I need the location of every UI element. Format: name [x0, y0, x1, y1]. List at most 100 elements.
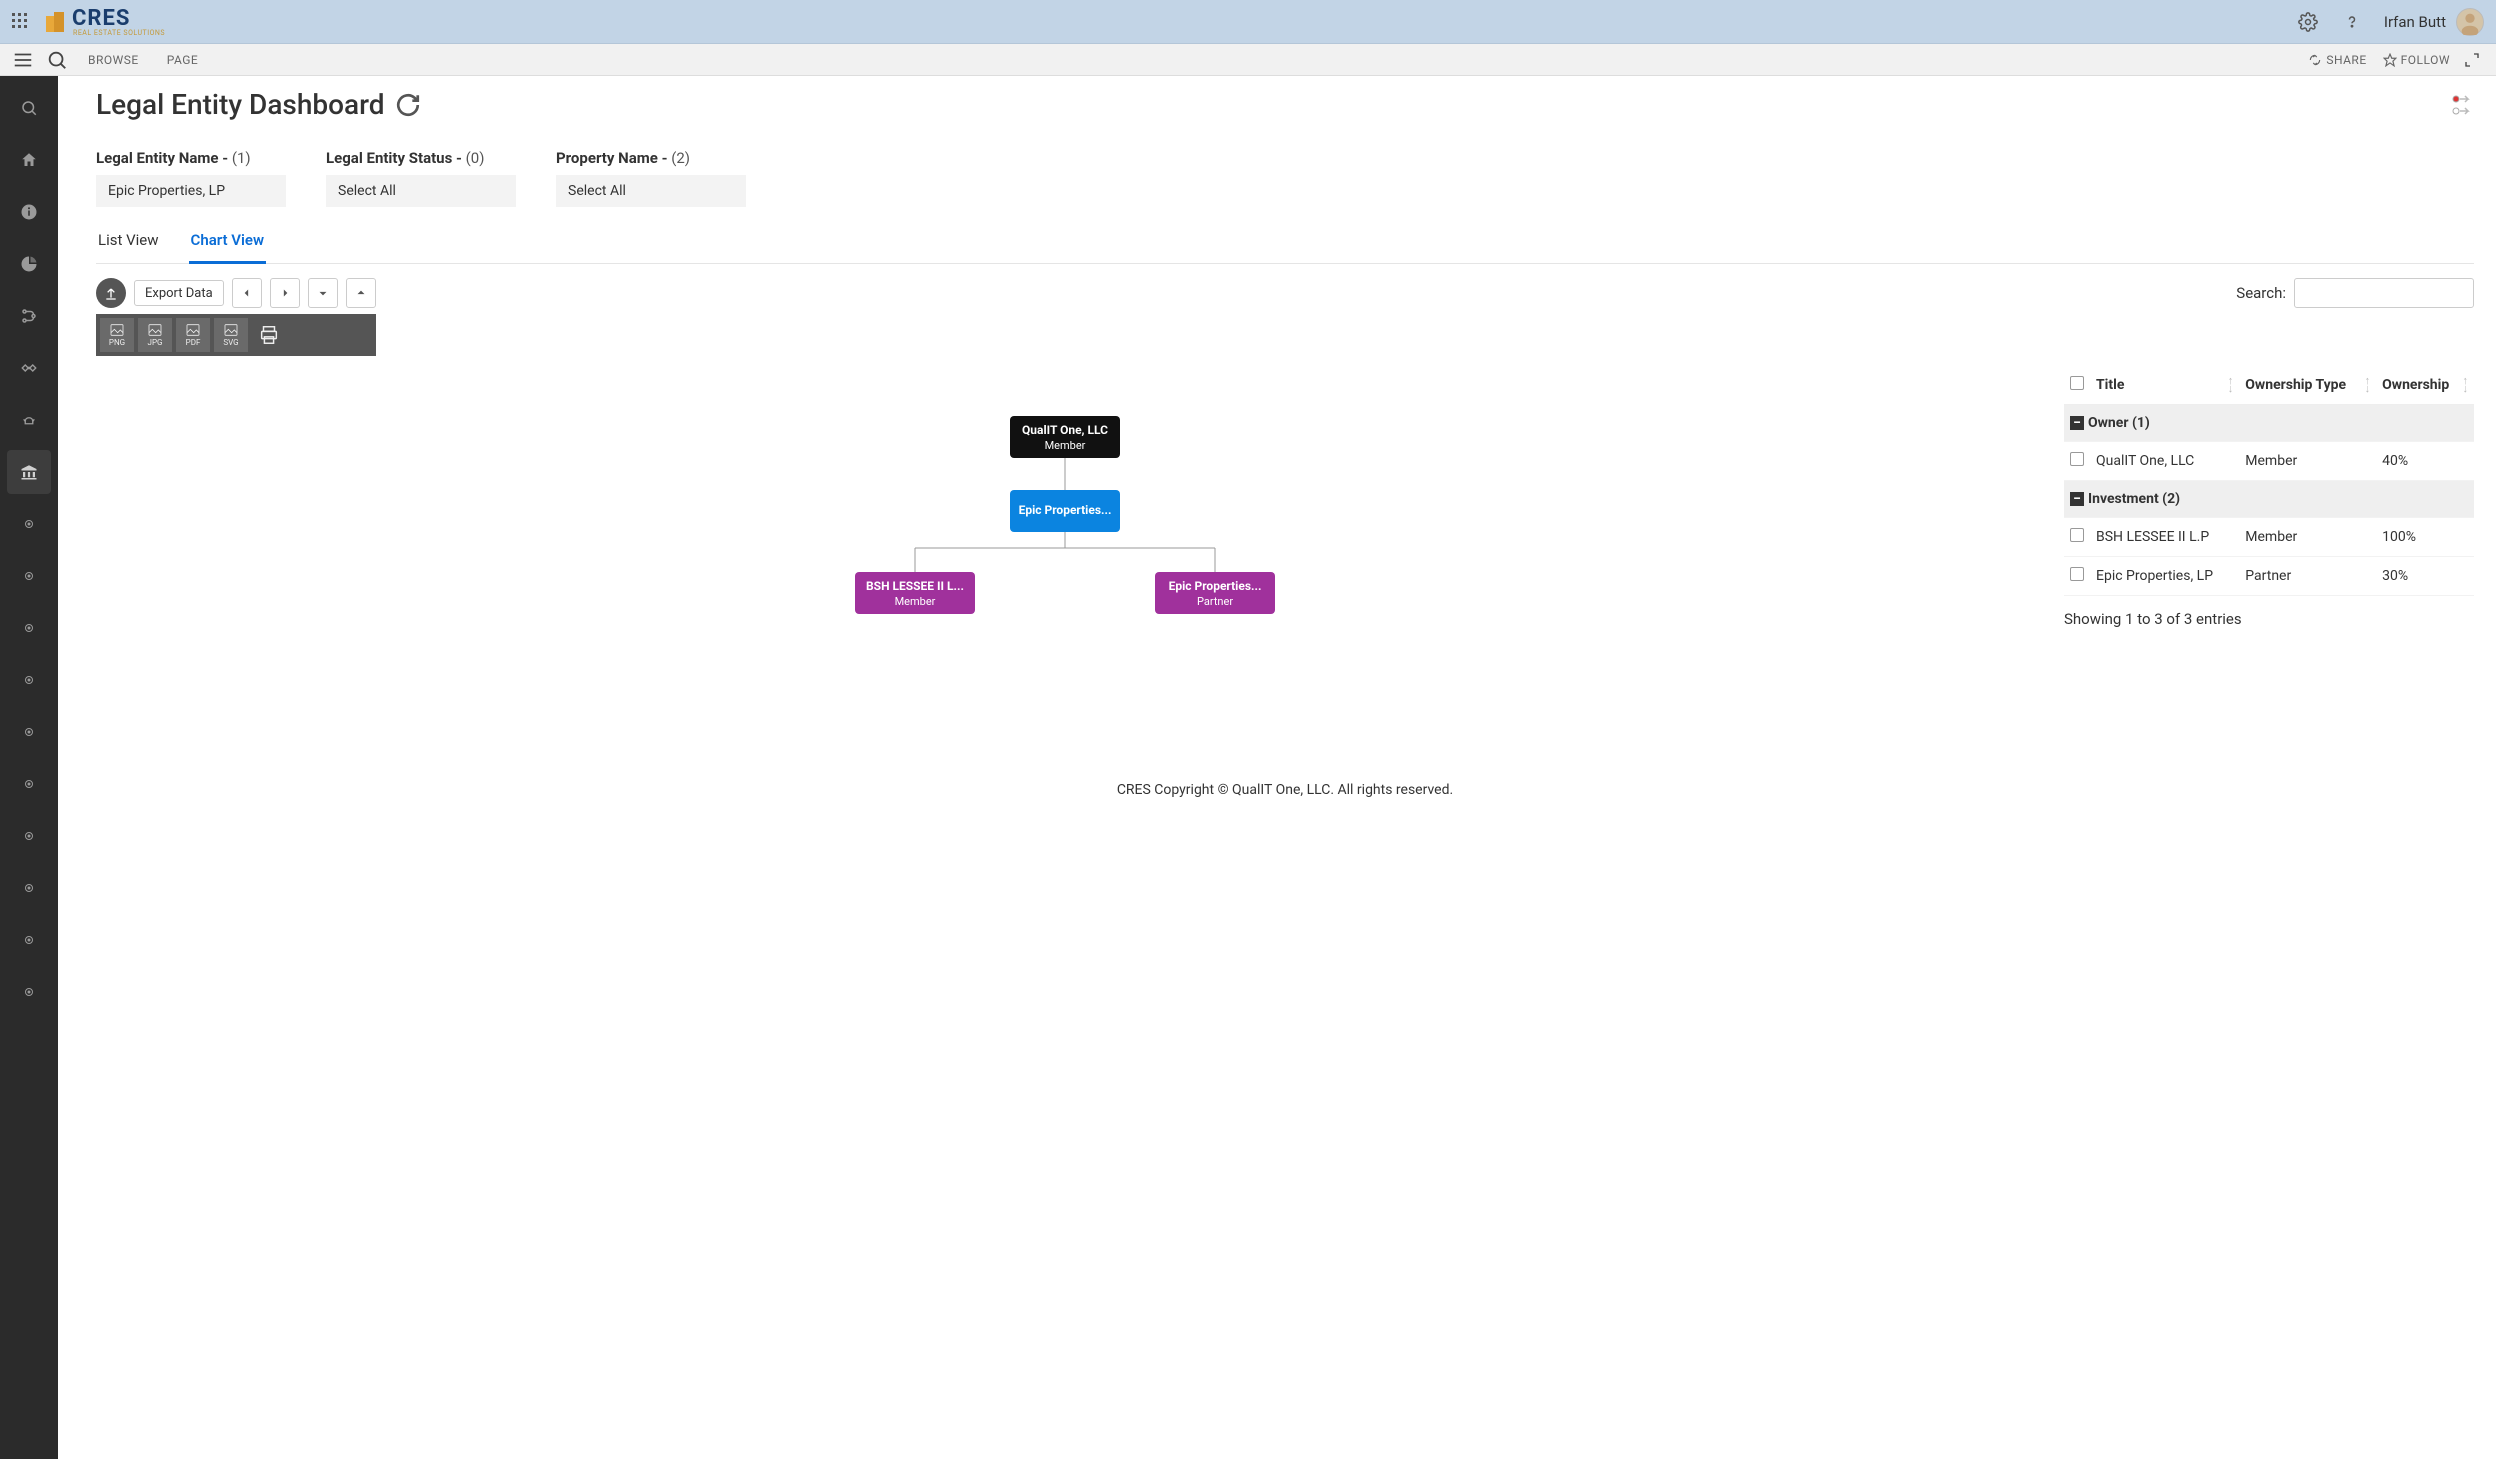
follow-label: FOLLOW	[2401, 53, 2450, 67]
sidebar-hands[interactable]	[7, 398, 51, 442]
sidebar-handshake[interactable]	[7, 346, 51, 390]
search-icon[interactable]	[46, 49, 68, 71]
sidebar-search[interactable]	[7, 86, 51, 130]
filter-property-name: Property Name - (2) Select All	[556, 149, 746, 207]
help-icon[interactable]	[2342, 12, 2362, 32]
ribbon-page[interactable]: PAGE	[167, 53, 199, 67]
nav-right-button[interactable]	[270, 278, 300, 308]
nav-up-button[interactable]	[346, 278, 376, 308]
cell-type: Partner	[2239, 557, 2376, 596]
refresh-icon[interactable]	[395, 92, 421, 118]
ownership-table: Title↑↓ Ownership Type↑↓ Ownership↑↓ −Ow…	[2064, 366, 2474, 596]
tab-chart-view[interactable]: Chart View	[189, 231, 267, 264]
table-row: BSH LESSEE II L.P Member 100%	[2064, 518, 2474, 557]
filter-entity-status: Legal Entity Status - (0) Select All	[326, 149, 516, 207]
tab-list-view[interactable]: List View	[96, 231, 161, 263]
print-button[interactable]	[252, 318, 286, 352]
share-label: SHARE	[2326, 53, 2366, 67]
apps-launcher-icon[interactable]	[12, 13, 30, 31]
share-button[interactable]: SHARE	[2308, 53, 2366, 67]
filter-count: (1)	[232, 149, 251, 167]
sidebar-info[interactable]	[7, 190, 51, 234]
chart-node-root[interactable]: QualIT One, LLC Member	[1010, 416, 1120, 458]
sidebar-dot-7[interactable]	[7, 814, 51, 858]
logo[interactable]: CRES REAL ESTATE SOLUTIONS	[44, 6, 165, 37]
filter-entity-name-select[interactable]: Epic Properties, LP	[96, 175, 286, 207]
nav-down-button[interactable]	[308, 278, 338, 308]
sidebar-dot-8[interactable]	[7, 866, 51, 910]
collapse-icon[interactable]: −	[2070, 492, 2084, 506]
sidebar-dot-4[interactable]	[7, 658, 51, 702]
sidebar-transfer[interactable]	[7, 294, 51, 338]
workflow-icon[interactable]	[2450, 93, 2474, 117]
chart-node-leaf1[interactable]: BSH LESSEE II L... Member	[855, 572, 975, 614]
cell-type: Member	[2239, 442, 2376, 481]
sidebar-chart[interactable]	[7, 242, 51, 286]
filter-count: (0)	[466, 149, 485, 167]
row-checkbox[interactable]	[2070, 528, 2084, 542]
sidebar-dot-1[interactable]	[7, 502, 51, 546]
node-subtitle: Member	[1045, 439, 1086, 452]
sidebar-dot-6[interactable]	[7, 762, 51, 806]
sidebar-dot-3[interactable]	[7, 606, 51, 650]
cell-ownership: 40%	[2376, 442, 2474, 481]
expand-icon[interactable]	[2464, 52, 2480, 68]
sidebar-dot-10[interactable]	[7, 970, 51, 1014]
search-label: Search:	[2236, 284, 2286, 302]
upload-button[interactable]	[96, 278, 126, 308]
sidebar-dot-9[interactable]	[7, 918, 51, 962]
node-title: Epic Properties...	[1019, 503, 1112, 517]
page-footer: CRES Copyright © QualIT One, LLC. All ri…	[96, 766, 2474, 814]
filter-label: Property Name	[556, 149, 658, 167]
filter-property-name-select[interactable]: Select All	[556, 175, 746, 207]
collapse-icon[interactable]: −	[2070, 416, 2084, 430]
node-subtitle: Member	[895, 595, 936, 608]
ribbon-browse[interactable]: BROWSE	[88, 53, 139, 67]
export-png-button[interactable]: PNG	[100, 318, 134, 352]
sidebar-dot-2[interactable]	[7, 554, 51, 598]
cell-title: QualIT One, LLC	[2090, 442, 2239, 481]
row-checkbox[interactable]	[2070, 567, 2084, 581]
cell-title: BSH LESSEE II L.P	[2090, 518, 2239, 557]
avatar[interactable]	[2456, 8, 2484, 36]
group-owner: −Owner (1)	[2064, 405, 2474, 442]
sidebar-home[interactable]	[7, 138, 51, 182]
settings-icon[interactable]	[2298, 12, 2318, 32]
sidebar-institution[interactable]	[7, 450, 51, 494]
table-footer: Showing 1 to 3 of 3 entries	[2064, 610, 2474, 628]
follow-button[interactable]: FOLLOW	[2383, 53, 2450, 67]
page-title: Legal Entity Dashboard	[96, 88, 385, 121]
top-header: CRES REAL ESTATE SOLUTIONS Irfan Butt	[0, 0, 2496, 44]
node-title: BSH LESSEE II L...	[866, 579, 964, 593]
col-title: Title↑↓	[2090, 366, 2239, 405]
export-jpg-button[interactable]: JPG	[138, 318, 172, 352]
org-chart: QualIT One, LLC Member Epic Properties..…	[96, 366, 2034, 766]
search-input[interactable]	[2294, 278, 2474, 308]
logo-icon	[44, 10, 68, 34]
row-checkbox[interactable]	[2070, 452, 2084, 466]
node-title: QualIT One, LLC	[1022, 423, 1108, 437]
cell-title: Epic Properties, LP	[2090, 557, 2239, 596]
export-data-button[interactable]: Export Data	[134, 280, 224, 306]
node-subtitle: Partner	[1197, 595, 1233, 608]
sort-icon[interactable]: ↑↓	[2365, 377, 2371, 393]
sort-icon[interactable]: ↑↓	[2463, 377, 2469, 393]
sort-icon[interactable]: ↑↓	[2228, 377, 2234, 393]
cell-type: Member	[2239, 518, 2376, 557]
col-ownership: Ownership↑↓	[2376, 366, 2474, 405]
filter-entity-status-select[interactable]: Select All	[326, 175, 516, 207]
chart-node-leaf2[interactable]: Epic Properties... Partner	[1155, 572, 1275, 614]
export-format-bar: PNG JPG PDF SVG	[96, 314, 376, 356]
table-row: Epic Properties, LP Partner 30%	[2064, 557, 2474, 596]
chart-node-mid[interactable]: Epic Properties...	[1010, 490, 1120, 532]
export-svg-button[interactable]: SVG	[214, 318, 248, 352]
sidebar-dot-5[interactable]	[7, 710, 51, 754]
select-all-checkbox[interactable]	[2070, 376, 2084, 390]
username[interactable]: Irfan Butt	[2384, 13, 2446, 31]
hamburger-icon[interactable]	[12, 49, 34, 71]
filters: Legal Entity Name - (1) Epic Properties,…	[96, 149, 2474, 207]
nav-left-button[interactable]	[232, 278, 262, 308]
main-content: Legal Entity Dashboard Legal Entity Name…	[58, 76, 2496, 1459]
ownership-table-area: Title↑↓ Ownership Type↑↓ Ownership↑↓ −Ow…	[2064, 366, 2474, 766]
export-pdf-button[interactable]: PDF	[176, 318, 210, 352]
